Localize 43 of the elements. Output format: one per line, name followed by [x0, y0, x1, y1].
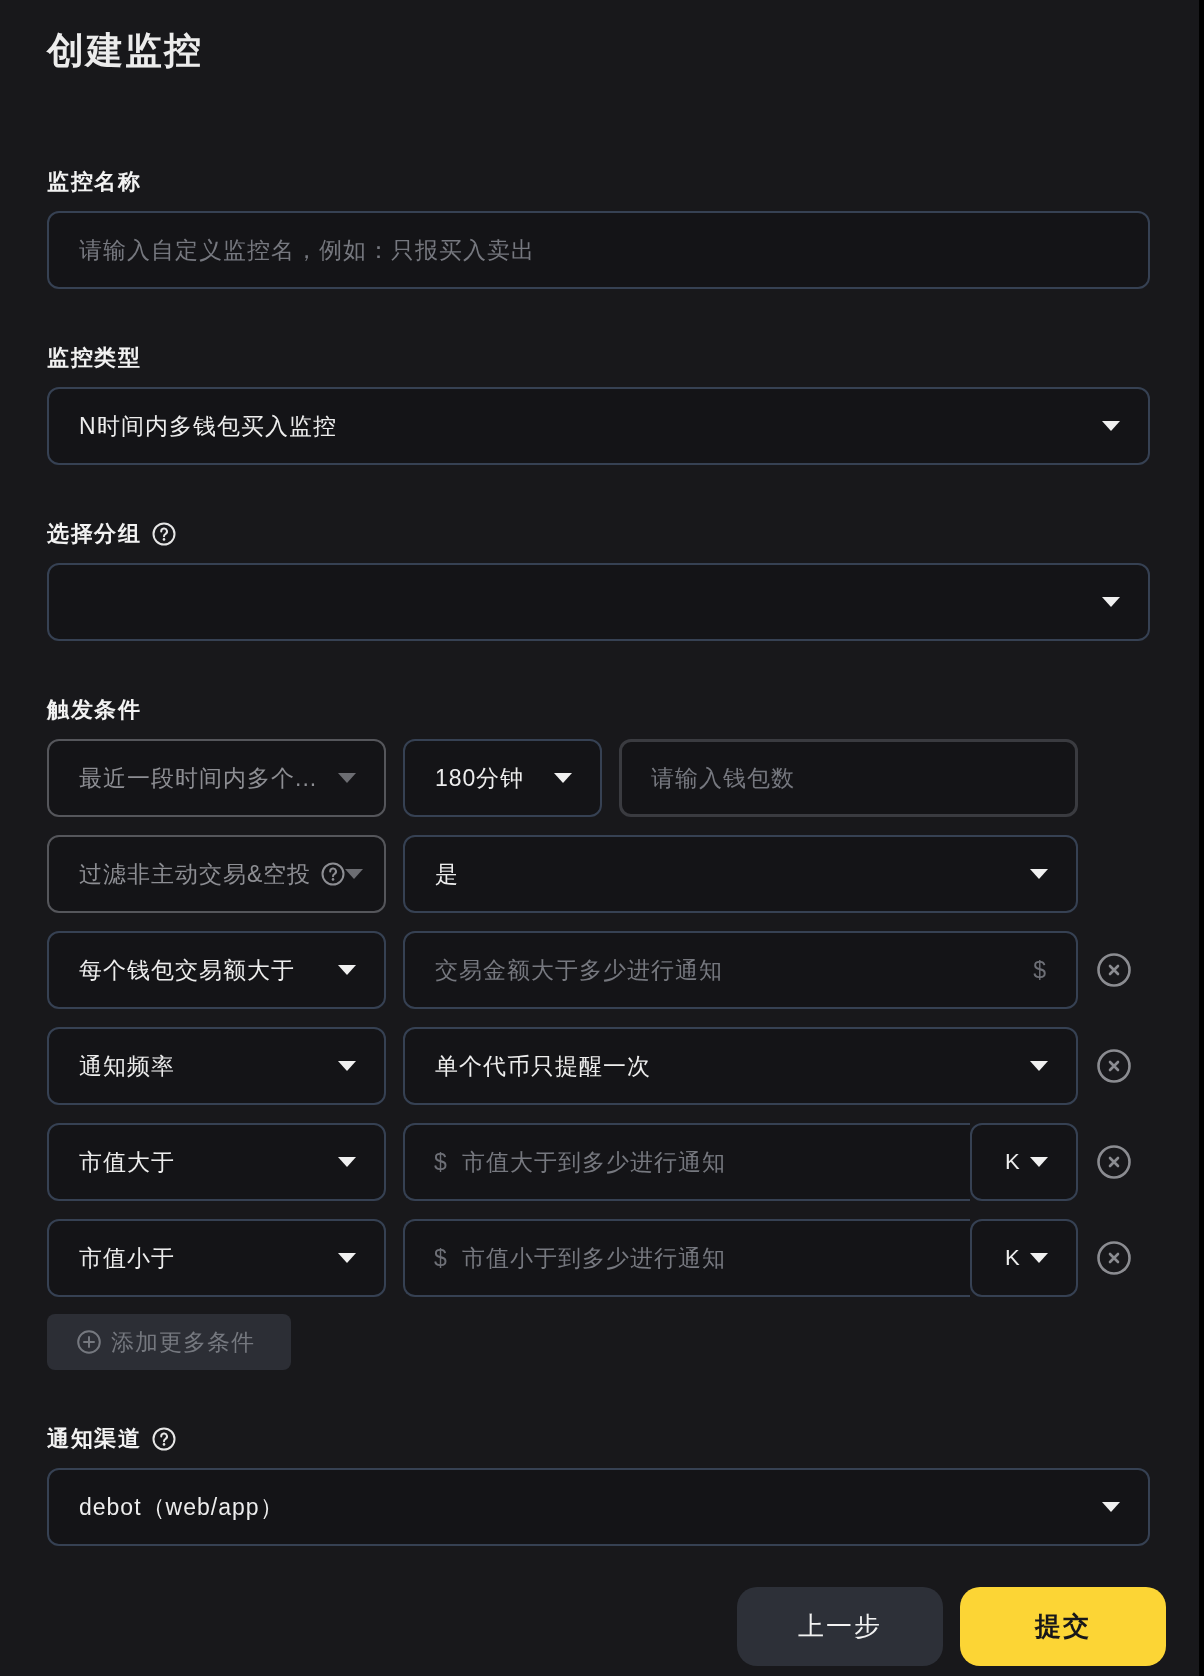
condition-select[interactable]: 市值小于 [47, 1219, 386, 1297]
condition-select[interactable]: 每个钱包交易额大于 [47, 931, 386, 1009]
condition-select[interactable]: 通知频率 [47, 1027, 386, 1105]
field-label: 监控名称 [47, 168, 141, 196]
unit-select[interactable]: K [970, 1123, 1078, 1201]
plus-icon [77, 1330, 101, 1354]
condition-select[interactable]: 180分钟 [403, 739, 602, 817]
condition-select[interactable]: 市值大于 [47, 1123, 386, 1201]
currency-symbol: $ [434, 1148, 447, 1176]
remove-icon[interactable] [1097, 953, 1131, 987]
unit-select[interactable]: K [970, 1219, 1078, 1297]
field-label: 选择分组 [47, 520, 141, 548]
caret-icon [554, 773, 572, 783]
caret-icon [338, 1253, 356, 1263]
field-label: 通知渠道 [47, 1425, 141, 1453]
currency-symbol: $ [1033, 956, 1046, 984]
number-input[interactable]: 请输入钱包数 [619, 739, 1078, 817]
page-title: 创建监控 [47, 29, 203, 73]
remove-icon[interactable] [1097, 1049, 1131, 1083]
remove-icon[interactable] [1097, 1145, 1131, 1179]
caret-icon [1030, 1061, 1048, 1071]
dropdown-select[interactable]: debot（web/app） [47, 1468, 1150, 1546]
caret-icon [1102, 1502, 1120, 1512]
caret-icon [338, 1157, 356, 1167]
caret-icon [1102, 597, 1120, 607]
caret-icon [1030, 1157, 1048, 1167]
condition-select[interactable]: 是 [403, 835, 1078, 913]
caret-icon [338, 1061, 356, 1071]
dropdown-select[interactable]: N时间内多钱包买入监控 [47, 387, 1150, 465]
caret-icon [1030, 869, 1048, 879]
text-input[interactable]: 请输入自定义监控名，例如：只报买入卖出 [47, 211, 1150, 289]
field-label: 监控类型 [47, 344, 141, 372]
remove-icon[interactable] [1097, 1241, 1131, 1275]
field-label: 触发条件 [47, 696, 141, 724]
caret-icon [338, 773, 356, 783]
currency-symbol: $ [434, 1244, 447, 1272]
caret-icon [345, 869, 364, 879]
back-button[interactable]: 上一步 [737, 1587, 943, 1666]
caret-icon [1030, 1253, 1048, 1263]
caret-icon [1102, 421, 1120, 431]
caret-icon [338, 965, 356, 975]
condition-select[interactable]: 单个代币只提醒一次 [403, 1027, 1078, 1105]
submit-button[interactable]: 提交 [960, 1587, 1166, 1666]
